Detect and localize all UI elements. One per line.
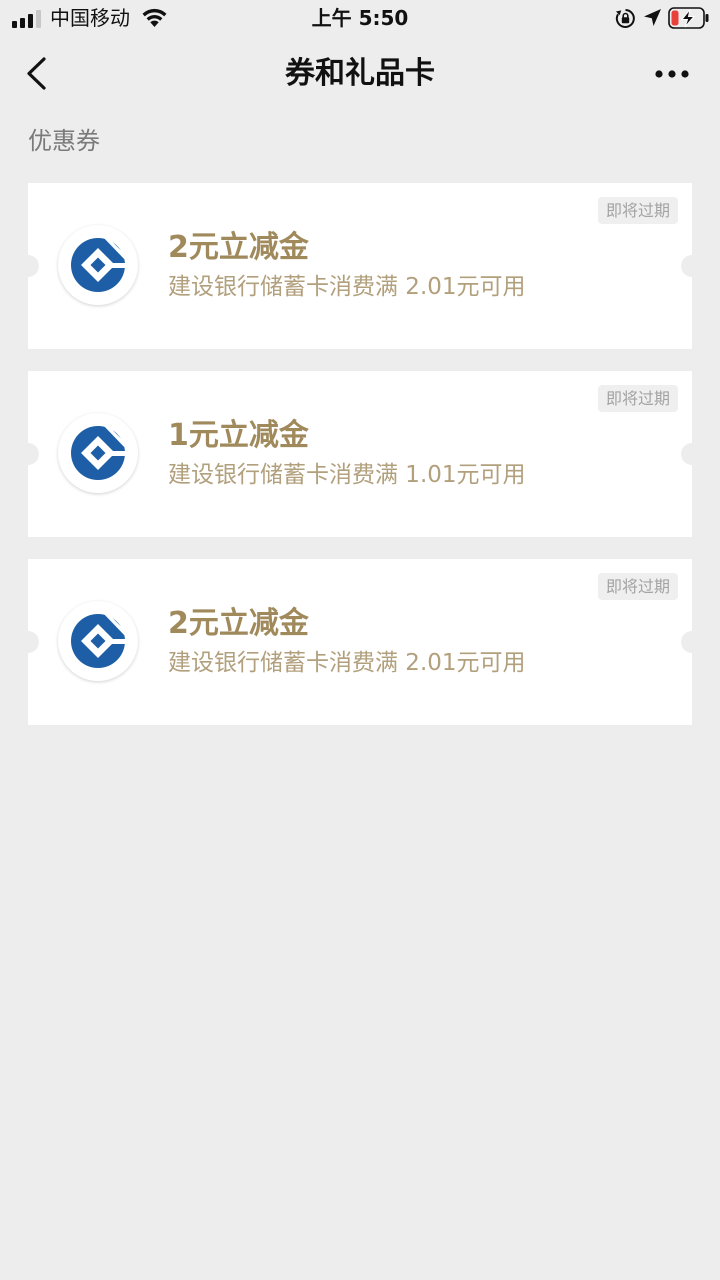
expiring-badge: 即将过期 (597, 197, 678, 224)
coupon-title: 1元立减金 (168, 418, 309, 453)
coupon-description: 建设银行储蓄卡消费满 2.01元可用 (168, 274, 526, 300)
coupon-card[interactable]: 2元立减金 建设银行储蓄卡消费满 2.01元可用 即将过期 (17, 559, 703, 725)
expiring-badge: 即将过期 (597, 573, 678, 600)
coupon-title: 2元立减金 (168, 230, 309, 265)
ticket-notch (17, 255, 39, 277)
expiring-badge: 即将过期 (597, 385, 678, 412)
status-bar: 中国移动 上午 5:50 (0, 0, 720, 40)
bank-logo (58, 601, 138, 681)
coupon-card[interactable]: 2元立减金 建设银行储蓄卡消费满 2.01元可用 即将过期 (17, 183, 703, 349)
status-time: 上午 5:50 (311, 6, 409, 30)
rotation-lock-icon (615, 9, 635, 28)
battery-charging-icon (668, 7, 709, 29)
coupon-description: 建设银行储蓄卡消费满 2.01元可用 (168, 650, 526, 676)
coupon-description: 建设银行储蓄卡消费满 1.01元可用 (168, 462, 526, 488)
more-button[interactable] (648, 56, 696, 92)
section-title-coupons: 优惠券 (28, 127, 100, 155)
page-title: 券和礼品卡 (285, 56, 435, 91)
ticket-notch (681, 631, 703, 653)
location-icon (644, 9, 661, 26)
ticket-notch (17, 443, 39, 465)
ticket-notch (681, 443, 703, 465)
bank-logo (58, 225, 138, 305)
coupon-title: 2元立减金 (168, 606, 309, 641)
bank-logo (58, 413, 138, 493)
coupon-list: 2元立减金 建设银行储蓄卡消费满 2.01元可用 即将过期 1元立减金 建设银行… (17, 183, 703, 747)
navigation-bar: 券和礼品卡 (0, 40, 720, 108)
ccb-bank-logo-icon (71, 612, 127, 668)
ticket-notch (681, 255, 703, 277)
ccb-bank-logo-icon (71, 236, 127, 292)
ccb-bank-logo-icon (71, 424, 127, 480)
ticket-notch (17, 631, 39, 653)
more-dots-icon (655, 70, 689, 78)
coupon-card[interactable]: 1元立减金 建设银行储蓄卡消费满 1.01元可用 即将过期 (17, 371, 703, 537)
